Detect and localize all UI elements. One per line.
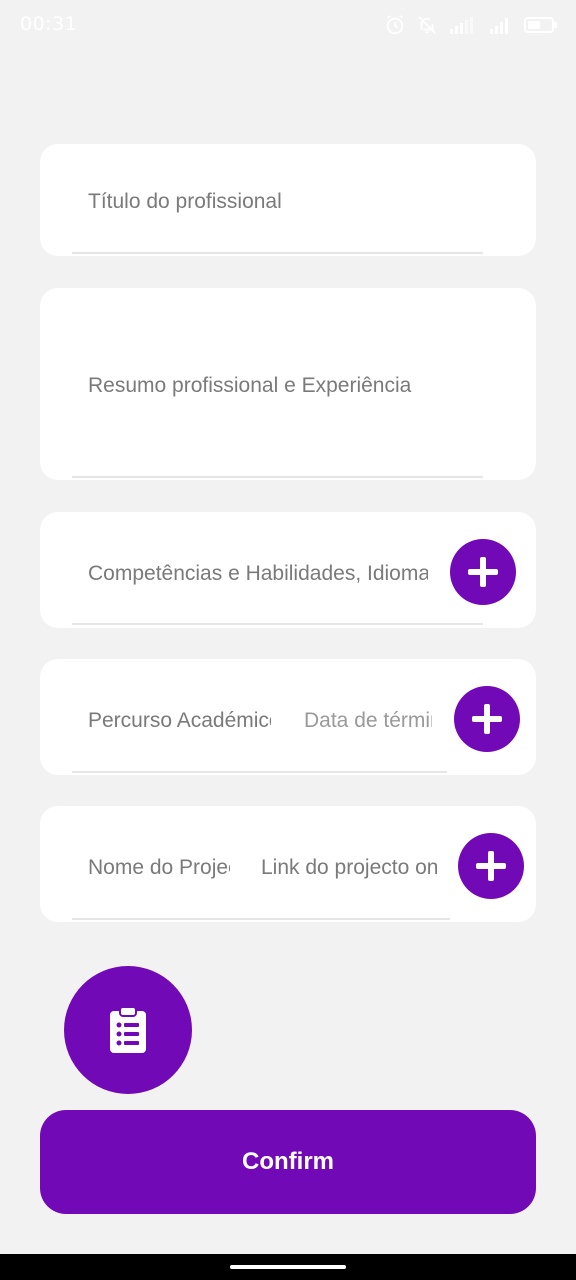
professional-title-card: Título do profissional xyxy=(40,144,536,256)
add-skill-button[interactable] xyxy=(450,539,516,605)
project-card: Nome do Projecto Link do projecto online xyxy=(40,806,536,922)
status-time: 00:31 xyxy=(20,13,78,35)
project-link-input[interactable]: Link do projecto online xyxy=(261,856,437,880)
input-underline xyxy=(72,252,483,254)
input-underline xyxy=(72,918,450,920)
input-underline xyxy=(72,771,447,773)
input-underline xyxy=(72,476,483,478)
clipboard-list-icon xyxy=(110,1006,146,1053)
input-underline xyxy=(72,623,483,625)
add-education-button[interactable] xyxy=(454,686,520,752)
add-project-button[interactable] xyxy=(458,833,524,899)
signal-icon xyxy=(488,15,514,35)
education-card: Percurso Académico Data de término xyxy=(40,659,536,775)
education-end-date-input[interactable]: Data de término xyxy=(304,709,432,733)
confirm-button[interactable]: Confirm xyxy=(40,1110,536,1214)
navigation-bar xyxy=(0,1254,576,1280)
signal-icon xyxy=(448,15,478,35)
battery-icon xyxy=(524,16,558,34)
professional-summary-input[interactable]: Resumo profissional e Experiência xyxy=(88,374,428,398)
education-course-input[interactable]: Percurso Académico xyxy=(88,709,271,733)
status-bar: 00:31 xyxy=(0,0,576,50)
plus-icon xyxy=(472,704,502,734)
status-icons xyxy=(384,12,558,38)
project-name-input[interactable]: Nome do Projecto xyxy=(88,856,230,880)
plus-icon xyxy=(468,557,498,587)
plus-icon xyxy=(476,851,506,881)
home-indicator[interactable] xyxy=(230,1265,346,1269)
professional-title-input[interactable]: Título do profissional xyxy=(88,190,488,214)
alarm-icon xyxy=(384,14,406,36)
professional-summary-card: Resumo profissional e Experiência xyxy=(40,288,536,480)
skills-input[interactable]: Competências e Habilidades, Idiomas xyxy=(88,562,428,586)
clipboard-fab-button[interactable] xyxy=(64,966,192,1094)
notifications-off-icon xyxy=(416,14,438,36)
skills-card: Competências e Habilidades, Idiomas xyxy=(40,512,536,628)
